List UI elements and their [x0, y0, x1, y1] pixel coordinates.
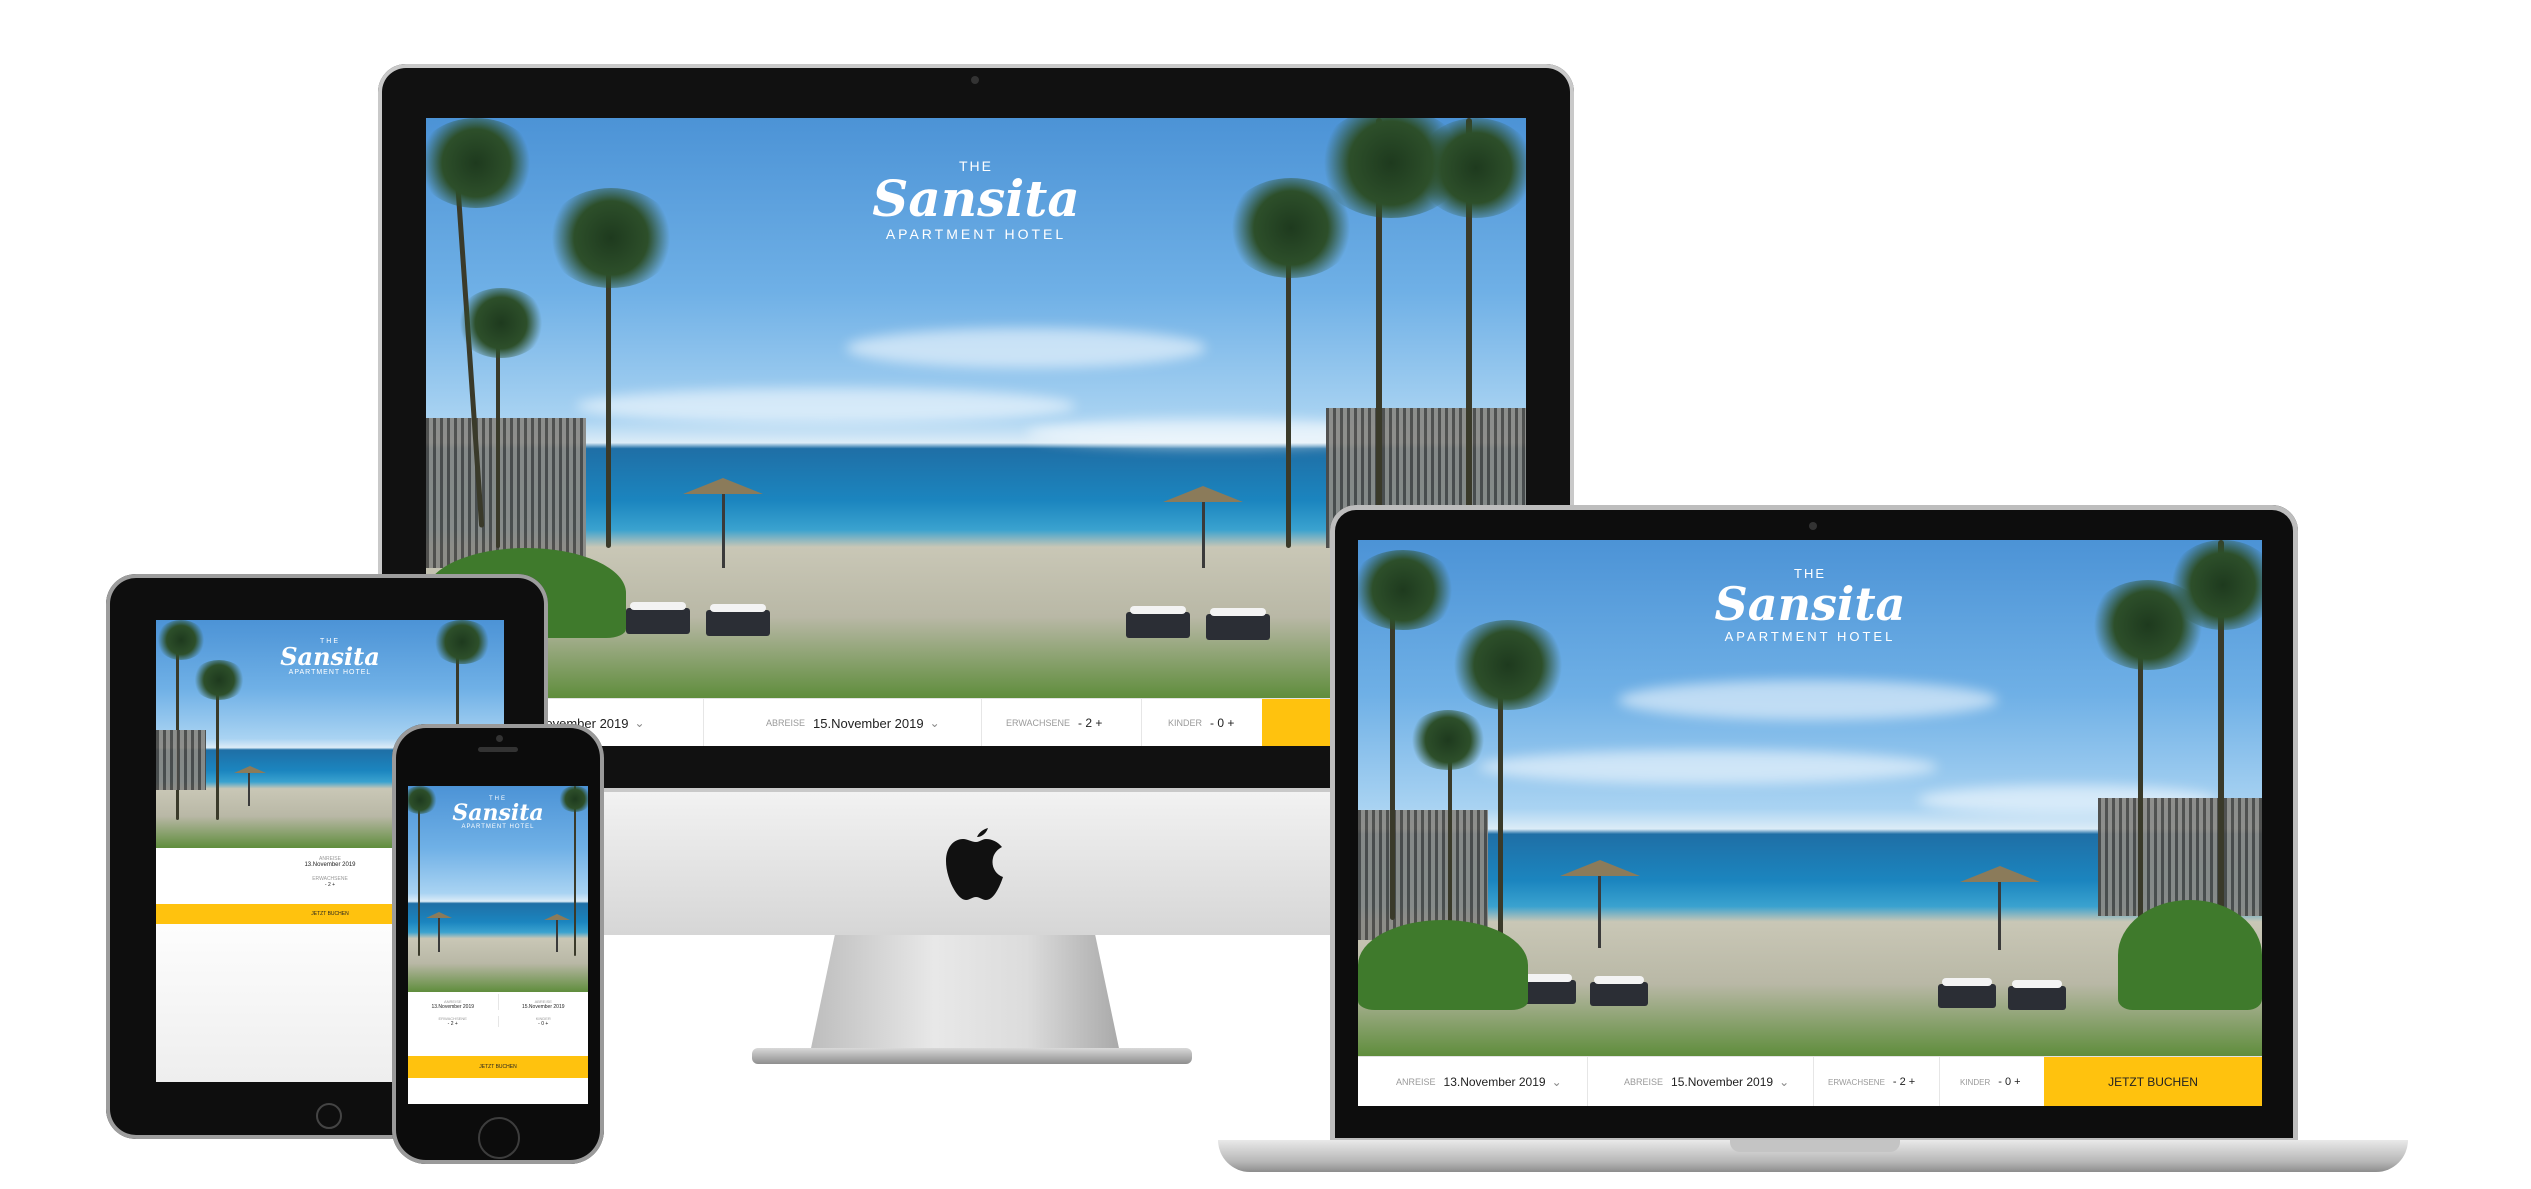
macbook-hero-image: THE Sansita APARTMENT HOTEL: [1358, 540, 2262, 1056]
departure-value: 15.November 2019: [1671, 1075, 1774, 1089]
iphone-hero-image: THE Sansita APARTMENT HOTEL: [408, 786, 588, 992]
departure-value: 15.November 2019: [813, 715, 924, 731]
hotel-logo[interactable]: THE Sansita APARTMENT HOTEL: [280, 638, 380, 676]
logo-subtitle: APARTMENT HOTEL: [1724, 629, 1896, 644]
arrival-value[interactable]: 13.November 2019: [408, 1004, 498, 1010]
macbook-camera: [1809, 522, 1817, 530]
adults-stepper[interactable]: ERWACHSENE - 2 +: [1814, 1057, 1940, 1106]
departure-field[interactable]: ABREISE 15.November 2019 ⌄: [704, 699, 982, 746]
chevron-down-icon: ⌄: [1779, 1075, 1790, 1089]
macbook-screen: THE Sansita APARTMENT HOTEL ANREISE 13.N…: [1358, 540, 2262, 1106]
departure-field[interactable]: ABREISE 15.November 2019 ⌄: [1588, 1057, 1814, 1106]
macbook-booking-bar: ANREISE 13.November 2019 ⌄ ABREISE 15.No…: [1358, 1056, 2262, 1106]
imac-camera: [971, 76, 979, 84]
chevron-down-icon: ⌄: [1551, 1075, 1562, 1089]
adults-value: - 2 +: [1892, 1076, 1916, 1088]
adults-label: ERWACHSENE: [1006, 718, 1071, 728]
logo-subtitle: APARTMENT HOTEL: [885, 226, 1067, 242]
ipad-home-button: [316, 1103, 342, 1129]
logo-name: Sansita: [872, 169, 1080, 228]
macbook-notch: [1730, 1140, 1900, 1152]
children-value: - 0 +: [1210, 716, 1235, 730]
adults-stepper[interactable]: ERWACHSENE - 2 +: [982, 699, 1142, 746]
chevron-down-icon: ⌄: [929, 716, 940, 730]
iphone-screen: THE Sansita APARTMENT HOTEL ANREISE 13.N…: [408, 786, 588, 1104]
apple-icon: [946, 828, 1003, 900]
logo-subtitle: APARTMENT HOTEL: [461, 824, 535, 830]
book-now-button[interactable]: JETZT BUCHEN: [408, 1056, 588, 1078]
hotel-logo[interactable]: THE Sansita APARTMENT HOTEL: [452, 796, 543, 830]
iphone-speaker: [478, 747, 518, 752]
book-now-button[interactable]: JETZT BUCHEN: [2044, 1057, 2262, 1106]
hotel-logo[interactable]: THE Sansita APARTMENT HOTEL: [1715, 566, 1906, 644]
arrival-label: ANREISE: [1396, 1077, 1436, 1087]
departure-label: ABREISE: [1624, 1077, 1664, 1087]
iphone-home-button: [478, 1117, 520, 1159]
children-label: KINDER: [1168, 718, 1203, 728]
children-label: KINDER: [1960, 1077, 1991, 1087]
children-value: - 0 +: [1998, 1076, 2021, 1088]
adults-value: - 2 +: [1078, 716, 1103, 730]
logo-name: Sansita: [280, 642, 380, 671]
iphone-booking-form: ANREISE 13.November 2019 ABREISE 15.Nove…: [408, 994, 588, 1054]
departure-value[interactable]: 15.November 2019: [499, 1004, 589, 1010]
children-value[interactable]: - 0 +: [499, 1021, 589, 1027]
imac-stand-foot: [752, 1048, 1192, 1064]
chevron-down-icon: ⌄: [634, 716, 645, 730]
children-stepper[interactable]: KINDER - 0 +: [1142, 699, 1262, 746]
adults-value[interactable]: - 2 +: [408, 1021, 498, 1027]
logo-subtitle: APARTMENT HOTEL: [288, 669, 372, 676]
hotel-logo[interactable]: THE Sansita APARTMENT HOTEL: [872, 158, 1080, 242]
children-stepper[interactable]: KINDER - 0 +: [1940, 1057, 2044, 1106]
adults-label: ERWACHSENE: [1828, 1077, 1885, 1087]
logo-name: Sansita: [1714, 577, 1906, 631]
arrival-value: 13.November 2019: [1443, 1075, 1546, 1089]
arrival-field[interactable]: ANREISE 13.November 2019 ⌄: [1358, 1057, 1588, 1106]
iphone-camera: [496, 735, 503, 742]
imac-stand: [810, 935, 1120, 1053]
departure-label: ABREISE: [766, 718, 806, 728]
logo-name: Sansita: [452, 800, 544, 826]
pergola-left: [426, 418, 586, 568]
